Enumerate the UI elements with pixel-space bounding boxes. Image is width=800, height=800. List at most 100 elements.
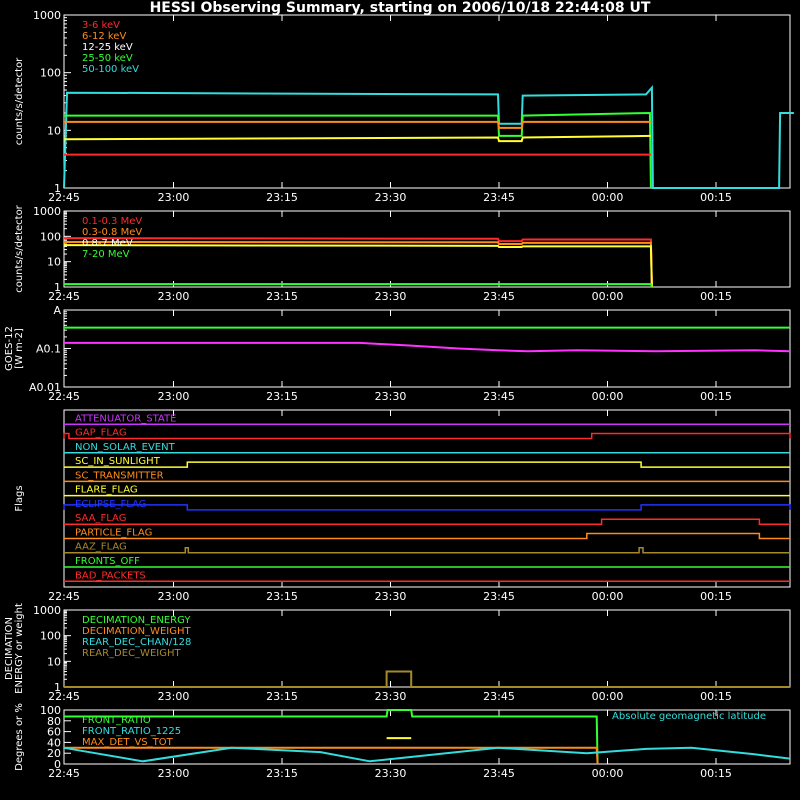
flag-label-eclipse-flag: ECLIPSE_FLAG [75,499,146,510]
flag-label-fronts-off: FRONTS_OFF [75,556,140,567]
panel3-xtick-label: 23:45 [483,390,515,403]
panel2-ytick-label: 1000 [33,205,61,218]
panel3-series-goes-short [64,341,791,353]
panel6-legend-1: FRONT_RATIO_1225 [82,726,181,737]
panel2-series-0-3-0-8-mev [63,241,653,288]
panel1-ylabel: counts/s/detector [14,57,25,145]
panel6-annotation: Absolute geomagnetic latitude [612,711,766,722]
panel1-legend-4: 50-100 keV [82,64,139,75]
flag-label-gap-flag: GAP_FLAG [75,428,127,439]
panel5-xtick-label: 23:15 [266,690,298,703]
panel1-ytick-label: 10 [47,124,61,137]
observing-summary-chart: 22:45 23:00 23:15 23:30 23:45 00:00 00:1511010… [4,9,794,780]
panel3-ytick-label: A0.01 [29,381,61,394]
panel2-legend-3: 7-20 MeV [82,249,130,260]
panel5-legend-2: REAR_DEC_CHAN/128 [82,637,191,648]
panel5-ytick-label: 1 [54,681,61,694]
panel6-xtick-label: 23:15 [266,767,298,780]
flag-line-aaz-flag [64,546,790,554]
panel2-legend-1: 0.3-0.8 MeV [82,227,142,238]
panel2-xtick-label: 00:15 [700,290,732,303]
panel1-series-25-50-kev [64,111,652,189]
panel3-xtick-label: 23:30 [375,390,407,403]
panel2-xtick-label: 00:00 [592,290,624,303]
panel1-xtick-label: 23:45 [483,191,515,204]
panel2-legend-0: 0.1-0.3 MeV [82,216,142,227]
panel2-xtick-label: 23:00 [158,290,190,303]
panel6-xtick-label: 22:45 [48,767,80,780]
panel3-frame [63,309,791,388]
panel3-xtick-label: 00:15 [700,390,732,403]
panel1-frame [63,14,791,189]
panel1-xtick-label: 00:15 [700,191,732,204]
panel4-xtick-label: 23:00 [158,590,190,603]
panel6-xtick-label: 23:30 [375,767,407,780]
panel1-xtick-label: 23:00 [158,191,190,204]
flag-label-attenuator-state: ATTENUATOR_STATE [75,413,176,424]
panel3-ytick-label: A [53,304,61,317]
panel5-xtick-label: 22:45 [48,690,80,703]
panel5-xtick-label: 23:30 [375,690,407,703]
panel4-xtick-label: 23:30 [375,590,407,603]
flag-label-aaz-flag: AAZ_FLAG [75,542,127,553]
panel5-ytick-label: 1000 [33,604,61,617]
panel1-xtick-label: 00:00 [592,191,624,204]
panel5-series-rear-dec-weight [64,670,790,688]
panel5-ytick-label: 10 [47,655,61,668]
flag-label-sc-transmitter: SC_TRANSMITTER [75,470,164,481]
panel6-xtick-label: 00:15 [700,767,732,780]
panel4-frame [63,409,791,588]
flag-line-gap-flag [63,432,791,440]
panel1-series-6-12-kev [64,120,651,129]
flag-label-sc-in-sunlight: SC_IN_SUNLIGHT [75,456,161,467]
panel4-xtick-label: 00:15 [700,590,732,603]
flag-line-particle-flag [64,532,790,540]
panel3-ytick-label: A0.1 [36,343,61,356]
panel2-frame [63,210,791,288]
panel4-xtick-label: 22:45 [48,590,80,603]
panel1-ytick-label: 100 [40,67,61,80]
panel6-ytick-label: 100 [40,704,61,717]
panel1-ytick-label: 1 [54,182,61,195]
panel4-xtick-label: 23:15 [266,590,298,603]
panel5-ytick-label: 100 [40,630,61,643]
panel6-legend-2: MAX_DET_VS_TOT [82,737,174,748]
panel4-xtick-label: 00:00 [592,590,624,603]
panel2-xtick-label: 23:30 [375,290,407,303]
panel2-xtick-label: 22:45 [48,290,80,303]
panel1-xtick-label: 23:15 [266,191,298,204]
panel1-legend-2: 12-25 keV [82,42,133,53]
panel1-xtick-label: 23:30 [375,191,407,204]
flag-line-eclipse-flag [63,504,791,511]
panel6-ylabel: Degrees or % [14,703,25,771]
flag-label-non-solar-event: NON_SOLAR_EVENT [75,442,176,453]
panel3-xtick-label: 00:00 [592,390,624,403]
panel1-xtick-label: 22:45 [48,191,80,204]
panel3-ylabel-unit: [W m-2] [14,328,25,369]
panel2-xtick-label: 23:15 [266,290,298,303]
flag-line-sc-in-sunlight [64,461,790,468]
panel2-ytick-label: 1 [54,281,61,294]
flag-label-particle-flag: PARTICLE_FLAG [75,527,152,538]
panel6-legend-0: FRONT_RATIO [82,715,151,726]
panel6-series-absolute-geomagnetic-latitude [63,746,791,763]
panel5-xtick-label: 23:45 [483,690,515,703]
panel3-xtick-label: 23:00 [158,390,190,403]
panel2-series-0-8-7-mev [63,244,653,288]
panel5-legend-0: DECIMATION_ENERGY [82,615,191,626]
panel5-xtick-label: 00:15 [700,690,732,703]
flag-label-bad-packets: BAD_PACKETS [75,570,146,581]
panel2-ytick-label: 100 [40,230,61,243]
panel5-xtick-label: 23:00 [158,690,190,703]
panel4-xtick-label: 23:45 [483,590,515,603]
panel6-xtick-label: 00:00 [592,767,624,780]
panel2-ytick-label: 10 [47,256,61,269]
panel6-xtick-label: 23:45 [483,767,515,780]
panel5-legend-3: REAR_DEC_WEIGHT [82,648,181,659]
panel3-xtick-label: 23:15 [266,390,298,403]
panel2-legend-2: 0.8-7 MeV [82,238,133,249]
panel6-xtick-label: 23:00 [158,767,190,780]
panel1-ytick-label: 1000 [33,9,61,22]
panel5-ylabel-2: ENERGY or weight [14,603,25,694]
panel5-xtick-label: 00:00 [592,690,624,703]
